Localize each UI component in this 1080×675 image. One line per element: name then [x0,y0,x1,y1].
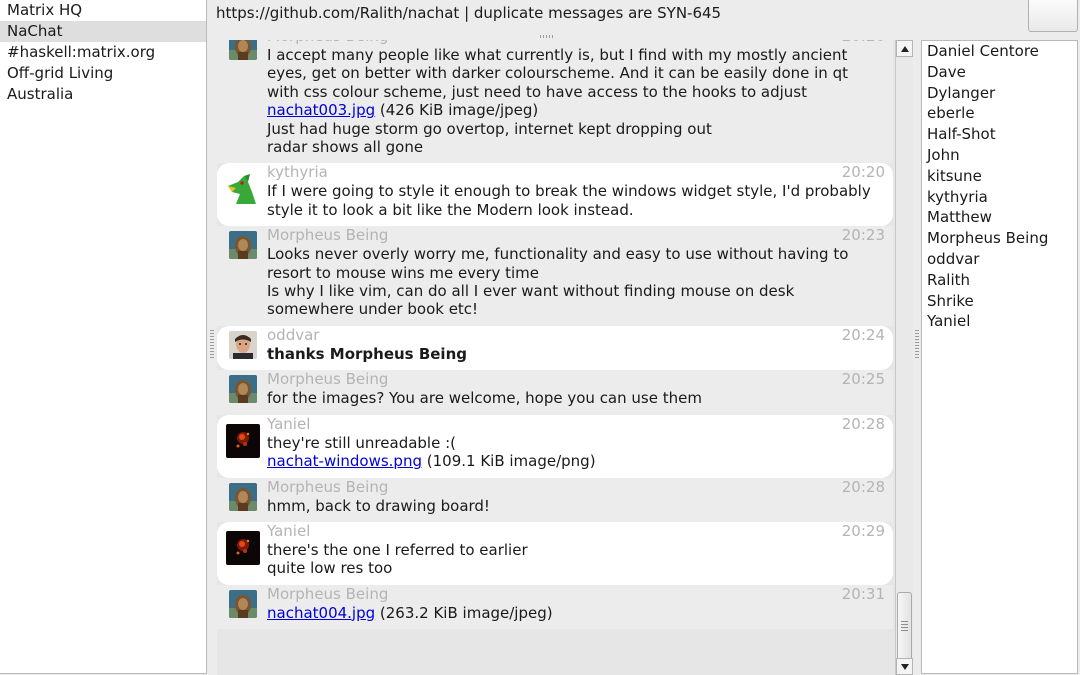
message-timestamp: 20:20 [841,163,885,182]
message-sender[interactable]: Morpheus Being [267,226,879,245]
message-timeline[interactable]: 20:20 Morpheus Being I accept many people … [217,40,895,675]
message-sender[interactable]: Yaniel [267,415,879,434]
member-item[interactable]: Half-Shot [922,124,1077,145]
avatar[interactable] [226,172,260,206]
member-item[interactable]: Daniel Centore [922,41,1077,62]
attachment-info: (109.1 KiB image/png) [421,452,596,471]
room-list-splitter-handle[interactable] [210,330,214,360]
message-line: quite low res too [267,559,393,578]
message-line: Looks never overly worry me, functionali… [267,245,849,264]
room-topic: https://github.com/Ralith/nachat | dupli… [216,4,722,22]
message-line: they're still unreadable :( [267,433,456,452]
message-line: for the images? You are welcome, hope yo… [267,389,702,408]
message-timestamp: 20:29 [841,521,885,540]
message-line: there's the one I referred to earlier [267,540,528,559]
message: 20:29 Yaniel there's the one I referred to… [217,521,893,585]
avatar[interactable] [229,589,257,618]
avatar[interactable] [229,330,257,359]
member-item[interactable]: kitsune [922,166,1077,187]
message-timestamp: 20:31 [841,584,885,603]
topic-splitter-handle[interactable] [540,35,554,38]
arrow-up-icon [901,46,909,52]
message-timestamp: 20:20 [842,40,885,46]
scroll-thumb[interactable] [897,592,912,662]
member-item[interactable]: Matthew [922,207,1077,228]
message-sender[interactable]: Morpheus Being [267,478,879,497]
member-item[interactable]: Dave [922,62,1077,83]
avatar[interactable] [226,423,260,458]
message-line: hmm, back to drawing board! [267,496,490,515]
message-line: nachat-windows.png (109.1 KiB image/png) [267,452,879,470]
message: 20:20Morpheus BeingI accept many people … [217,40,893,164]
scroll-down-button[interactable] [896,658,913,675]
room-menu-button[interactable] [1028,0,1078,32]
avatar[interactable] [229,231,257,260]
member-list[interactable]: Daniel Centore Dave Dylanger eberle Half-Sho… [921,40,1078,674]
room-item[interactable]: Off-grid Living [0,63,206,84]
message-line: Just had huge storm go overtop, internet… [267,119,712,138]
room-item[interactable]: #haskell:matrix.org [0,42,206,63]
message-sender[interactable]: Morpheus Being [267,585,879,604]
message-timestamp: 20:24 [841,325,885,344]
room-list[interactable]: Matrix HQ NaChat #haskell:matrix.org Off-gr… [0,0,207,674]
message: 20:20 kythyria If I were going to style it… [217,163,893,227]
member-item[interactable]: kythyria [922,187,1077,208]
message-line: If I were going to style it enough to br… [267,182,871,201]
message-timestamp: 20:28 [841,477,885,496]
message-line: Is why I like vim, can do all I ever wan… [267,282,795,301]
avatar[interactable] [229,482,257,511]
member-item[interactable]: Morpheus Being [922,228,1077,249]
message-line: style it to look a bit like the Modern l… [267,200,634,219]
timeline-scrollbar[interactable] [895,40,913,675]
message-sender[interactable]: Yaniel [267,522,879,541]
message-timestamp: 20:28 [841,414,885,433]
member-item[interactable]: John [922,145,1077,166]
member-item[interactable]: Shrike [922,291,1077,312]
scroll-up-button[interactable] [896,40,913,57]
member-item[interactable]: Dylanger [922,83,1077,104]
member-item[interactable]: Ralith [922,270,1077,291]
message-line: nachat004.jpg (263.2 KiB image/jpeg) [267,604,879,622]
message: 20:23 Morpheus Being Looks never overly wo… [217,226,893,326]
message-line: nachat003.jpg (426 KiB image/jpeg) [267,101,879,119]
attachment-link[interactable]: nachat004.jpg [267,604,375,622]
message-line: thanks Morpheus Being [267,344,467,363]
message-sender[interactable]: oddvar [267,326,879,345]
member-item[interactable]: Yaniel [922,311,1077,332]
grip-icon [901,621,908,633]
message-sender[interactable]: Morpheus Being [267,370,879,389]
room-item[interactable]: Matrix HQ [0,0,206,21]
message-line: resort to mouse wins me every time [267,263,539,282]
message-timestamp: 20:25 [841,370,885,389]
message: 20:24 oddvar thanks Morpheus Being [217,325,893,371]
message: 20:28 Yaniel they're still unreadable :(na… [217,414,893,478]
message-line: somewhere under book etc! [267,300,479,319]
attachment-link[interactable]: nachat-windows.png [267,452,422,470]
avatar[interactable] [226,530,260,565]
message: 20:25 Morpheus Being for the images? You a… [217,370,893,415]
message-line: radar shows all gone [267,138,424,157]
attachment-info: (263.2 KiB image/jpeg) [375,603,553,622]
message-line: eyes, get on better with darker coloursc… [267,64,848,83]
attachment-link[interactable]: nachat003.jpg [267,101,375,119]
member-list-splitter-handle[interactable] [915,330,919,360]
arrow-down-icon [901,664,909,670]
avatar[interactable] [229,375,257,404]
message-sender[interactable]: kythyria [267,163,879,182]
avatar[interactable] [229,40,257,60]
member-item[interactable]: eberle [922,103,1077,124]
message-line: with css colour scheme, just need to hav… [267,82,807,101]
member-item[interactable]: oddvar [922,249,1077,270]
room-item[interactable]: NaChat [0,21,206,42]
attachment-info: (426 KiB image/jpeg) [375,101,539,120]
message: 20:28 Morpheus Being hmm, back to drawing … [217,477,893,522]
message-timestamp: 20:23 [841,226,885,245]
message-line: I accept many people like what currently… [267,46,848,64]
room-item[interactable]: Australia [0,84,206,105]
message: 20:31 Morpheus Being nachat004.jpg (263.2 … [217,584,893,630]
